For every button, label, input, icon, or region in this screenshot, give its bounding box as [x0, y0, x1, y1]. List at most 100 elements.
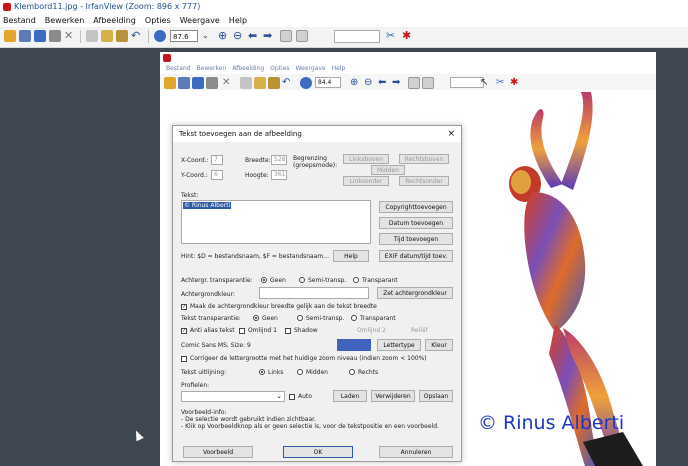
zoom-in-icon[interactable]: ⊕: [218, 30, 230, 42]
exif-datum-button[interactable]: EXIF datum/tijd toev.: [379, 250, 453, 262]
mode-rechtsboven-button[interactable]: Rechtsboven: [399, 154, 449, 164]
uitlijning-links-radio[interactable]: [259, 369, 265, 375]
profielen-label: Profielen:: [181, 382, 210, 389]
mode-linksonder-button[interactable]: Linksonder: [343, 176, 389, 186]
menu-help[interactable]: Help: [229, 16, 247, 25]
xcoord-field[interactable]: 7: [211, 155, 223, 165]
zet-achtergrondkleur-button[interactable]: Zet achtergrondkleur: [377, 287, 453, 299]
save-icon[interactable]: [34, 30, 46, 42]
info-line-2: - De selectie wordt gebruikt indien zich…: [181, 416, 316, 423]
tools-icon[interactable]: ✂: [386, 30, 398, 42]
fullscreen-icon: [422, 77, 434, 89]
achtergr-geen-radio[interactable]: [261, 277, 267, 283]
help-button[interactable]: Help: [333, 250, 369, 262]
uitlijning-rechts-label: Rechts: [358, 369, 379, 376]
zoom-out-icon[interactable]: ⊖: [233, 30, 245, 42]
omlijnd2-label: Omlijnd 2: [357, 327, 386, 334]
info-icon: [300, 77, 312, 89]
tekst-label: Tekst:: [181, 192, 199, 199]
breedte-field[interactable]: 528: [271, 155, 287, 165]
achtergrondkleur-swatch[interactable]: [259, 287, 369, 299]
next-icon: ➡: [392, 77, 401, 88]
uitlijning-midden-radio[interactable]: [297, 369, 303, 375]
info-line-1: Voorbeeld-info:: [181, 409, 227, 416]
menu-bar: Bestand Bewerken Afbeelding Opties Weergave H…: [0, 14, 688, 27]
open-folder-icon: [164, 77, 176, 89]
tekst-semi-label: Semi-transp.: [306, 315, 345, 322]
slideshow-icon: [178, 77, 190, 89]
opslaan-button[interactable]: Opslaan: [419, 390, 453, 402]
menu-weergave[interactable]: Weergave: [180, 16, 220, 25]
chevron-down-icon[interactable]: ⌄: [202, 30, 214, 42]
profielen-select[interactable]: ⌄: [181, 391, 285, 402]
delete-icon[interactable]: ✕: [64, 30, 76, 42]
thumbnails-icon[interactable]: [280, 30, 292, 42]
verwijderen-button[interactable]: Verwijderen: [371, 390, 415, 402]
paste-icon[interactable]: [116, 30, 128, 42]
paste-icon: [268, 77, 280, 89]
print-icon: [206, 77, 218, 89]
copyright-toevoegen-button[interactable]: Copyrighttoevoegen: [379, 201, 453, 213]
voorbeeld-button[interactable]: Voorbeeld: [183, 446, 253, 458]
print-icon[interactable]: [49, 30, 61, 42]
shadow-label: Shadow: [294, 327, 318, 334]
corrigeer-checkbox[interactable]: [181, 356, 187, 362]
tekst-transparant-radio[interactable]: [351, 315, 357, 321]
fullscreen-icon[interactable]: [296, 30, 308, 42]
achtergr-transp-label: Achtergr. transparantie:: [181, 277, 253, 284]
achtergr-semi-radio[interactable]: [299, 277, 305, 283]
open-folder-icon[interactable]: [4, 30, 16, 42]
cut-icon[interactable]: [86, 30, 98, 42]
achtergr-transparant-radio[interactable]: [353, 277, 359, 283]
menu-bewerken[interactable]: Bewerken: [45, 16, 85, 25]
ok-button[interactable]: OK: [283, 446, 353, 458]
irfanview-logo-icon[interactable]: ✱: [402, 30, 414, 42]
previous-icon[interactable]: ⬅: [248, 30, 260, 42]
inner-menu-afbeelding: Afbeelding: [232, 65, 265, 72]
tekst-textarea[interactable]: © Rinus Alberti: [181, 200, 371, 244]
hoogte-field[interactable]: 361: [271, 170, 287, 180]
menu-bestand[interactable]: Bestand: [3, 16, 36, 25]
add-text-dialog: Tekst toevoegen aan de afbeelding × X-Co…: [172, 125, 462, 462]
annuleren-button[interactable]: Annuleren: [379, 446, 453, 458]
achtergr-geen-label: Geen: [270, 277, 286, 284]
uitlijning-rechts-radio[interactable]: [349, 369, 355, 375]
undo-icon: ↶: [282, 77, 291, 88]
datum-toevoegen-button[interactable]: Datum toevoegen: [379, 217, 453, 229]
omlijnd1-checkbox[interactable]: [239, 328, 245, 334]
slideshow-icon[interactable]: [19, 30, 31, 42]
inner-text-field: [450, 77, 484, 88]
delete-icon: ✕: [222, 77, 231, 88]
text-color-swatch[interactable]: [337, 339, 371, 351]
ycoord-field[interactable]: 6: [211, 170, 223, 180]
undo-icon[interactable]: ↶: [131, 30, 143, 42]
thumbnails-icon: [408, 77, 420, 89]
uitlijning-midden-label: Midden: [306, 369, 328, 376]
maak-breedte-checkbox[interactable]: ✓: [181, 304, 187, 310]
font-label: Comic Sans MS, Size: 9: [181, 342, 251, 349]
mode-midden-button[interactable]: Midden: [371, 165, 405, 175]
close-icon[interactable]: ×: [447, 126, 455, 142]
toolbar-text-field[interactable]: [334, 30, 380, 43]
auto-checkbox[interactable]: [289, 394, 295, 400]
tijd-toevoegen-button[interactable]: Tijd toevoegen: [379, 233, 453, 245]
tekst-value: © Rinus Alberti: [183, 202, 232, 209]
menu-opties[interactable]: Opties: [145, 16, 171, 25]
cut-icon: [240, 77, 252, 89]
copy-icon[interactable]: [101, 30, 113, 42]
mode-rechtsonder-button[interactable]: Rechtsonder: [399, 176, 449, 186]
zoom-combo[interactable]: 87.6: [170, 30, 198, 42]
breedte-label: Breedte:: [245, 157, 271, 164]
laden-button[interactable]: Laden: [333, 390, 367, 402]
menu-afbeelding[interactable]: Afbeelding: [93, 16, 136, 25]
tekst-geen-radio[interactable]: [253, 315, 259, 321]
kleur-button[interactable]: Kleur: [425, 339, 453, 351]
tekst-semi-radio[interactable]: [297, 315, 303, 321]
inner-zoom-combo: 84.4: [315, 77, 341, 88]
shadow-checkbox[interactable]: [285, 328, 291, 334]
next-icon[interactable]: ➡: [263, 30, 275, 42]
mode-linksboven-button[interactable]: Linksboven: [343, 154, 389, 164]
lettertype-button[interactable]: Lettertype: [377, 339, 421, 351]
info-icon[interactable]: [154, 30, 166, 42]
antialias-checkbox[interactable]: ✓: [181, 328, 187, 334]
